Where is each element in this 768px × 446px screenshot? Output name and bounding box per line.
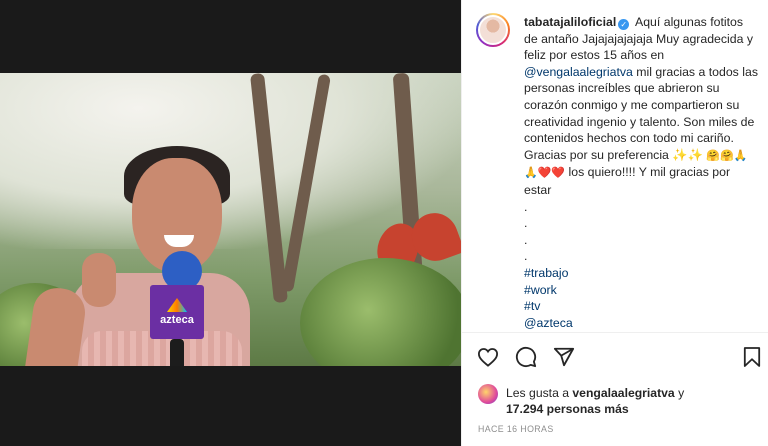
user-avatar[interactable] [476, 13, 510, 47]
likes-text: Les gusta a vengalaalegriatva y 17.294 p… [506, 385, 684, 417]
post-caption: tabatajaliloficial ✓ Aquí algunas fotitos… [524, 14, 760, 331]
likes-prefix: Les gusta a [506, 386, 573, 400]
post-timestamp[interactable]: HACE 16 HORAS [478, 424, 554, 434]
likes-mid: y [674, 386, 685, 400]
mention-link[interactable]: @vengalaalegriatva [524, 65, 633, 79]
caption-dot: . [524, 199, 528, 214]
caption-dot: . [524, 232, 528, 247]
azteca-logo-icon [167, 298, 187, 312]
hashtag-link[interactable]: #trabajo [524, 265, 760, 282]
post-media[interactable]: azteca [0, 0, 461, 446]
likes-count-link[interactable]: 17.294 personas más [506, 402, 629, 416]
thumbs-up-hand [82, 253, 116, 307]
share-icon[interactable] [552, 345, 576, 369]
post-sidebar: tabatajaliloficial ✓ Aquí algunas fotitos… [461, 0, 768, 446]
hashtag-link[interactable]: #work [524, 282, 760, 299]
caption-area: tabatajaliloficial ✓ Aquí algunas fotitos… [462, 0, 768, 332]
microphone-handle [170, 339, 184, 366]
bush [300, 258, 461, 366]
caption-dot: . [524, 216, 528, 231]
verified-badge-icon: ✓ [618, 19, 630, 30]
microphone-label: azteca [160, 314, 194, 326]
liker-avatar[interactable] [478, 384, 498, 404]
microphone-flag: azteca [150, 285, 204, 339]
username-link[interactable]: tabatajaliloficial [524, 15, 616, 29]
caption-line: Aquí algunas fotitos [635, 15, 744, 29]
heart-icon[interactable] [476, 345, 500, 369]
caption-dot: . [524, 249, 528, 264]
post-photo[interactable]: azteca [0, 73, 461, 366]
action-bar [462, 332, 768, 378]
hashtag-link[interactable]: #tv [524, 298, 760, 315]
caption-text: mil gracias a todos las personas increíb… [524, 64, 758, 162]
mention-link[interactable]: @azteca [524, 315, 760, 332]
caption-line: de antaño Jajajajajajaja Muy agradecida [524, 31, 744, 46]
avatar-image [478, 15, 508, 45]
photo-background [0, 73, 461, 249]
comment-icon[interactable] [514, 345, 538, 369]
bookmark-icon[interactable] [740, 345, 764, 369]
liker-username-link[interactable]: vengalaalegriatva [572, 386, 674, 400]
